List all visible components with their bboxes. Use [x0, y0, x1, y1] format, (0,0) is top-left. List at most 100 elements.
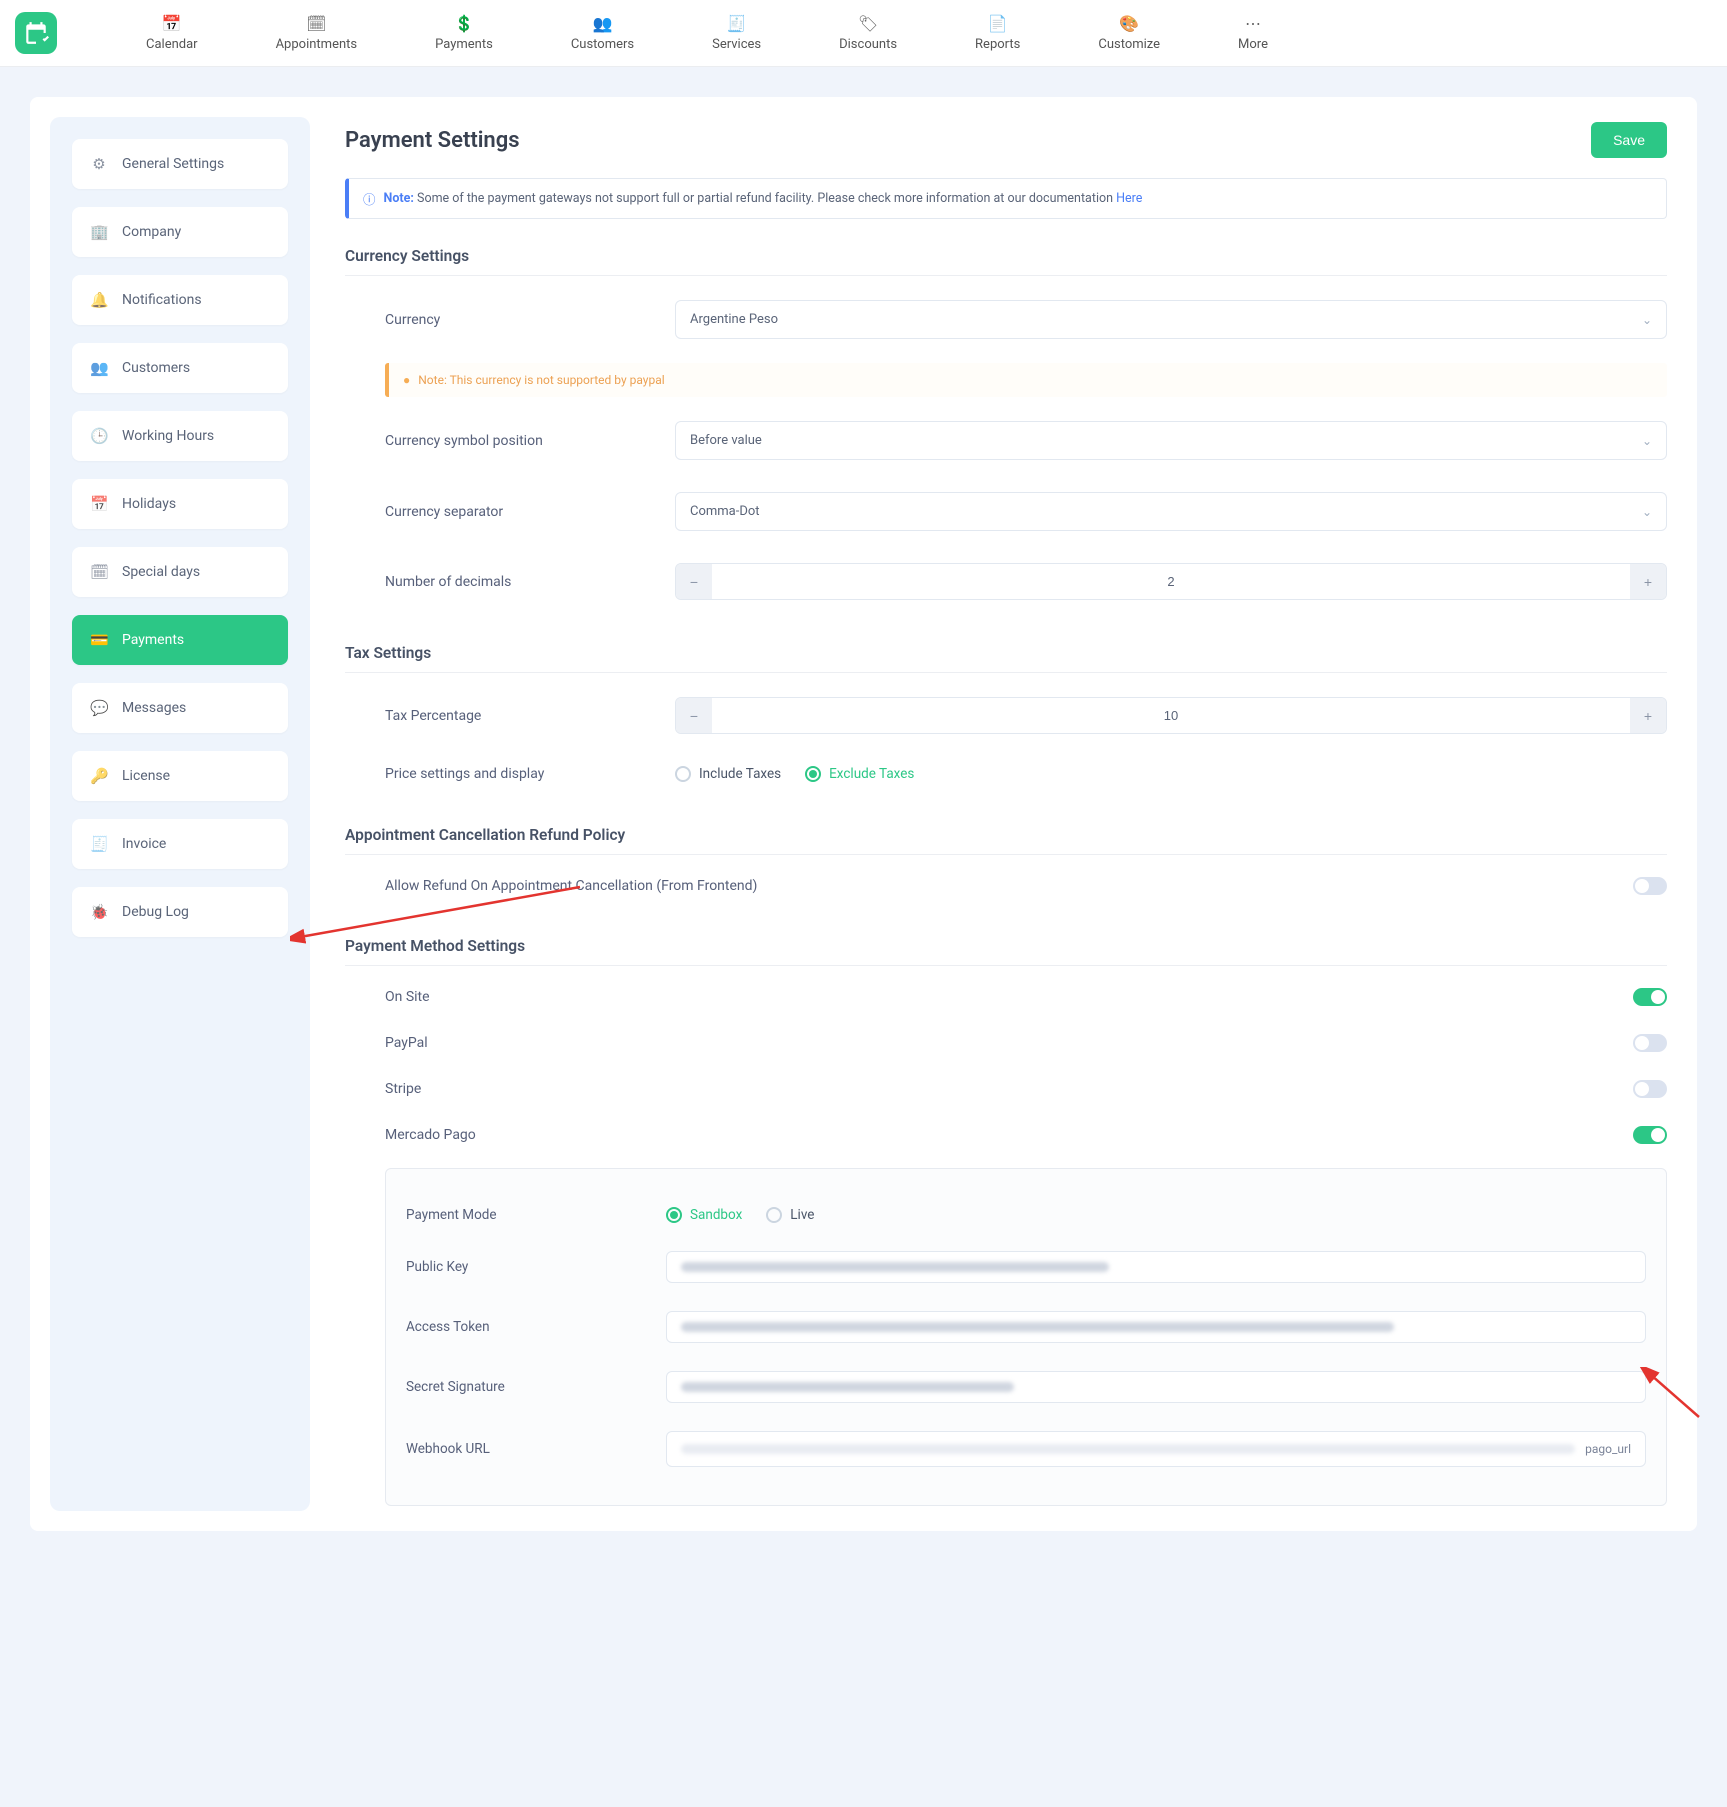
tax-minus[interactable]: −	[676, 698, 712, 733]
decimals-plus[interactable]: +	[1630, 564, 1666, 599]
sidebar-item-license[interactable]: 🔑License	[72, 751, 288, 801]
sidebar-item-label: Customers	[122, 360, 190, 376]
radio-include-taxes[interactable]: Include Taxes	[675, 766, 781, 782]
doc-link[interactable]: Here	[1116, 191, 1142, 206]
nav-customers[interactable]: 👥Customers	[561, 10, 644, 56]
radio-sandbox[interactable]: Sandbox	[666, 1207, 742, 1223]
sidebar-item-label: Company	[122, 224, 181, 240]
currency-select[interactable]: Argentine Peso ⌄	[675, 300, 1667, 339]
nav-label: More	[1238, 37, 1268, 52]
sandbox-label: Sandbox	[690, 1207, 742, 1223]
tax-pct-label: Tax Percentage	[385, 708, 675, 724]
stripe-toggle[interactable]	[1633, 1080, 1667, 1098]
nav-services[interactable]: 🧾Services	[702, 10, 771, 56]
sidebar-item-working-hours[interactable]: 🕒 Working Hours	[72, 411, 288, 461]
symbol-pos-value: Before value	[690, 433, 762, 448]
sidebar-item-company[interactable]: 🏢Company	[72, 207, 288, 257]
nav-label: Discounts	[839, 37, 897, 52]
sidebar-item-label: Notifications	[122, 292, 202, 308]
sidebar-item-notifications[interactable]: 🔔 Notifications	[72, 275, 288, 325]
messages-icon: 💬	[90, 699, 108, 717]
mp-secret-label: Secret Signature	[406, 1379, 666, 1395]
working-hours-icon: 🕒	[90, 427, 108, 445]
sidebar-item-messages[interactable]: 💬Messages	[72, 683, 288, 733]
invoice-icon: 🧾	[90, 835, 108, 853]
nav-discounts[interactable]: 🏷Discounts	[829, 10, 907, 56]
onsite-label: On Site	[385, 989, 430, 1005]
mp-secret-input[interactable]	[666, 1371, 1646, 1403]
decimals-minus[interactable]: −	[676, 564, 712, 599]
decimals-input[interactable]	[712, 564, 1630, 599]
sidebar-item-payments[interactable]: 💳Payments	[72, 615, 288, 665]
nav-more[interactable]: ⋯ More	[1228, 10, 1278, 56]
separator-label: Currency separator	[385, 504, 675, 520]
notifications-icon: 🔔	[90, 291, 108, 309]
chevron-down-icon: ⌄	[1642, 313, 1652, 327]
symbol-pos-label: Currency symbol position	[385, 433, 675, 449]
currency-label: Currency	[385, 312, 675, 328]
nav-customize[interactable]: 🎨Customize	[1088, 10, 1170, 56]
exclude-label: Exclude Taxes	[829, 766, 914, 782]
sidebar-item-general-settings[interactable]: ⚙General Settings	[72, 139, 288, 189]
mp-webhook-input[interactable]: pago_url	[666, 1431, 1646, 1467]
allow-refund-label: Allow Refund On Appointment Cancellation…	[385, 878, 757, 894]
radio-icon	[666, 1207, 682, 1223]
radio-icon	[675, 766, 691, 782]
nav-appointments[interactable]: 🗓Appointments	[266, 10, 368, 56]
sidebar-item-label: Working Hours	[122, 428, 214, 444]
customize-icon: 🎨	[1119, 14, 1139, 33]
decimals-stepper: − +	[675, 563, 1667, 600]
include-label: Include Taxes	[699, 766, 781, 782]
section-currency: Currency Settings	[345, 247, 1667, 276]
mp-webhook-label: Webhook URL	[406, 1441, 666, 1457]
nav-calendar[interactable]: 📅Calendar	[136, 10, 208, 56]
separator-select[interactable]: Comma-Dot ⌄	[675, 492, 1667, 531]
customers-icon: 👥	[90, 359, 108, 377]
symbol-pos-select[interactable]: Before value ⌄	[675, 421, 1667, 460]
allow-refund-toggle[interactable]	[1633, 877, 1667, 895]
sidebar-item-label: License	[122, 768, 170, 784]
sidebar-item-special-days[interactable]: 🗓Special days	[72, 547, 288, 597]
sidebar-item-customers[interactable]: 👥 Customers	[72, 343, 288, 393]
appointments-icon: 🗓	[306, 14, 326, 33]
sidebar-item-debug-log[interactable]: 🐞Debug Log	[72, 887, 288, 937]
sidebar-item-invoice[interactable]: 🧾 Invoice	[72, 819, 288, 869]
nav-label: Reports	[975, 37, 1020, 52]
more-icon: ⋯	[1245, 14, 1261, 33]
currency-warning: ● Note: This currency is not supported b…	[385, 363, 1667, 397]
sidebar-item-label: Invoice	[122, 836, 166, 852]
section-tax: Tax Settings	[345, 644, 1667, 673]
info-icon: ⓘ	[363, 189, 376, 208]
customers-icon: 👥	[593, 14, 613, 33]
separator-value: Comma-Dot	[690, 504, 760, 519]
nav-payments[interactable]: 💲 Payments	[425, 10, 503, 56]
special-days-icon: 🗓	[90, 563, 108, 581]
debug-log-icon: 🐞	[90, 903, 108, 921]
settings-sidebar: ⚙General Settings 🏢Company 🔔 Notifications 👥…	[50, 117, 310, 1511]
chevron-down-icon: ⌄	[1642, 434, 1652, 448]
reports-icon: 📄	[988, 14, 1008, 33]
nav-reports[interactable]: 📄 Reports	[965, 10, 1030, 56]
main-content: Payment Settings Save ⓘ Note: Some of th…	[335, 117, 1677, 1511]
mp-publickey-input[interactable]	[666, 1251, 1646, 1283]
save-button[interactable]: Save	[1591, 122, 1667, 158]
mp-accesstoken-input[interactable]	[666, 1311, 1646, 1343]
warning-icon: ●	[403, 373, 410, 387]
tax-input[interactable]	[712, 698, 1630, 733]
radio-live[interactable]: Live	[766, 1207, 814, 1223]
decimals-label: Number of decimals	[385, 574, 675, 590]
radio-icon	[805, 766, 821, 782]
sidebar-item-holidays[interactable]: 📅Holidays	[72, 479, 288, 529]
onsite-toggle[interactable]	[1633, 988, 1667, 1006]
payments-icon: 💲	[454, 14, 474, 33]
holidays-icon: 📅	[90, 495, 108, 513]
paypal-toggle[interactable]	[1633, 1034, 1667, 1052]
mp-mode-label: Payment Mode	[406, 1207, 666, 1223]
mercadopago-toggle[interactable]	[1633, 1126, 1667, 1144]
stripe-label: Stripe	[385, 1081, 421, 1097]
tax-plus[interactable]: +	[1630, 698, 1666, 733]
nav-label: Payments	[435, 37, 493, 52]
nav-label: Calendar	[146, 37, 198, 52]
radio-icon	[766, 1207, 782, 1223]
radio-exclude-taxes[interactable]: Exclude Taxes	[805, 766, 914, 782]
